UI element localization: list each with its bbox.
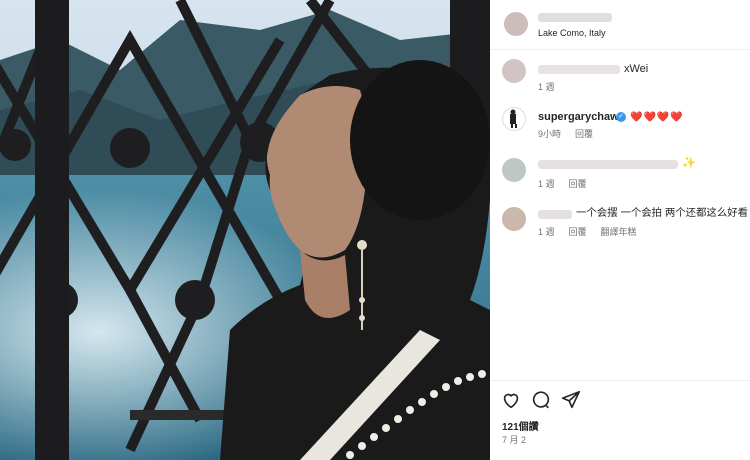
verified-badge-icon: ✓	[616, 112, 626, 122]
comment-avatar[interactable]	[502, 59, 526, 83]
comment-text-suffix: ✨	[682, 157, 696, 169]
comment-avatar[interactable]	[502, 158, 526, 182]
reply-button[interactable]: 回覆	[569, 179, 587, 189]
reply-button[interactable]: 回覆	[575, 129, 593, 139]
reply-button[interactable]: 回覆	[569, 227, 587, 237]
post-location[interactable]: Lake Como, Italy	[538, 27, 606, 40]
comment-username-suffix[interactable]: xWei	[624, 63, 648, 76]
comment-text: ❤️❤️❤️❤️	[630, 112, 684, 123]
comment-username-blurred[interactable]	[538, 210, 572, 219]
comment-text-blurred	[538, 160, 678, 169]
comment-time: 9小時	[538, 129, 562, 139]
comment-icon[interactable]	[530, 389, 552, 411]
comment-meta: 1 週 回覆	[538, 179, 601, 190]
comment-avatar[interactable]	[502, 207, 526, 231]
post-actions: 121個讚 7 月 2	[490, 380, 750, 460]
comment-avatar[interactable]	[502, 107, 526, 131]
author-username-blurred[interactable]	[538, 13, 612, 22]
comment-username-blurred[interactable]	[538, 65, 620, 74]
comment-time: 1 週	[538, 179, 555, 189]
translate-button[interactable]: 翻譯年糕	[601, 227, 637, 237]
comment-time: 1 週	[538, 82, 555, 92]
heart-icon[interactable]	[500, 389, 522, 411]
comments-panel: Lake Como, Italy xWei 1 週 supergarychaw …	[490, 0, 750, 460]
comment-username[interactable]: supergarychaw	[538, 111, 619, 124]
post-date[interactable]: 7 月 2	[502, 435, 526, 446]
author-avatar[interactable]	[504, 12, 528, 36]
share-icon[interactable]	[560, 389, 582, 411]
comment-time: 1 週	[538, 227, 555, 237]
comment-meta: 9小時 回覆	[538, 129, 607, 140]
comment-text: 一个会摆 一个会拍 两个还都这么好看	[576, 208, 749, 219]
likes-count[interactable]: 121個讚	[502, 421, 539, 434]
comment-meta: 1 週 回覆 翻譯年糕	[538, 227, 651, 238]
post-header: Lake Como, Italy	[490, 0, 750, 50]
post-photo	[0, 0, 490, 460]
